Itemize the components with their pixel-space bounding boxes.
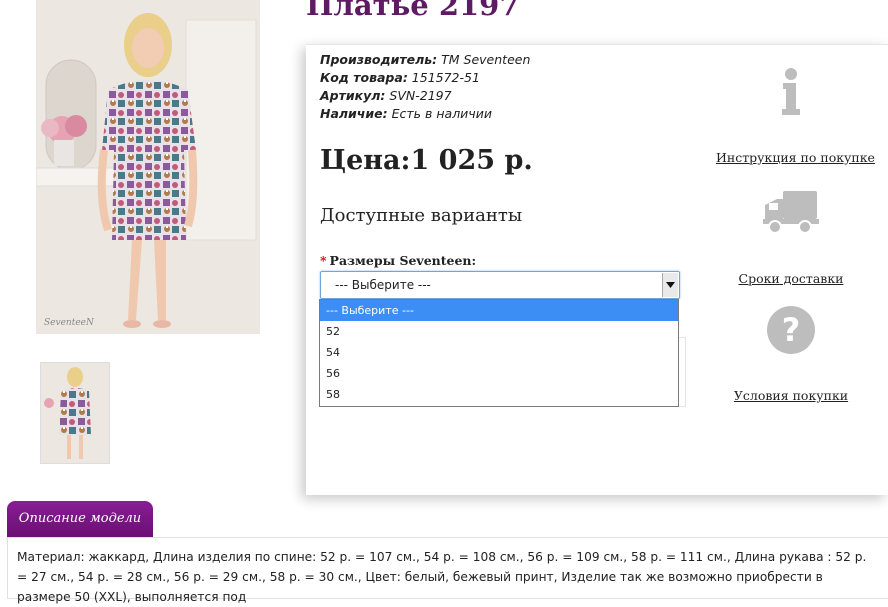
size-select[interactable]: --- Выберите ---: [320, 271, 680, 299]
svg-text:SeventeeN: SeventeeN: [44, 318, 95, 328]
availability-value: Есть в наличии: [391, 106, 492, 121]
page-title: Платье 2197: [306, 0, 520, 22]
size-dropdown-list[interactable]: --- Выберите --- 52 54 56 58: [319, 299, 679, 407]
terms-link[interactable]: Условия покупки: [734, 388, 848, 403]
select-arrow[interactable]: [662, 273, 678, 297]
size-option[interactable]: 52: [320, 321, 678, 342]
size-label-text: Размеры Seventeen:: [329, 253, 477, 268]
required-mark: *: [320, 253, 327, 268]
size-option[interactable]: 56: [320, 363, 678, 384]
info-icon: [782, 68, 800, 115]
availability-row: Наличие: Есть в наличии: [320, 105, 530, 123]
article-label: Артикул:: [320, 88, 386, 103]
size-select-value: --- Выберите ---: [335, 278, 431, 292]
delivery-link[interactable]: Сроки доставки: [739, 271, 844, 286]
size-option[interactable]: 58: [320, 384, 678, 405]
article-value: SVN-2197: [389, 88, 452, 103]
description-panel: Материал: жаккард, Длина изделия по спин…: [7, 537, 888, 604]
article-row: Артикул: SVN-2197: [320, 87, 530, 105]
instructions-link[interactable]: Инструкция по покупке: [716, 150, 875, 165]
size-label: * Размеры Seventeen:: [320, 253, 476, 268]
price: Цена:1 025 р.: [320, 145, 533, 176]
chevron-down-icon: [666, 282, 675, 288]
variants-heading: Доступные варианты: [320, 205, 523, 226]
size-option[interactable]: --- Выберите ---: [320, 300, 678, 321]
availability-label: Наличие:: [320, 106, 388, 121]
instructions-block: Инструкция по покупке: [716, 67, 875, 166]
product-main-image[interactable]: SeventeeN: [36, 0, 260, 334]
code-row: Код товара: 151572-51: [320, 69, 530, 87]
manufacturer-row: Производитель: TM Seventeen: [320, 51, 530, 69]
truck-icon: [763, 191, 819, 234]
product-thumbnail[interactable]: [40, 362, 110, 464]
code-label: Код товара:: [320, 70, 408, 85]
delivery-block: Сроки доставки: [716, 189, 866, 287]
code-value: 151572-51: [411, 70, 480, 85]
terms-block: ? Условия покупки: [716, 305, 866, 404]
manufacturer-value: TM Seventeen: [441, 52, 531, 67]
tab-description[interactable]: Описание модели: [7, 501, 153, 537]
manufacturer-label: Производитель:: [320, 52, 438, 67]
question-icon: ?: [767, 306, 815, 354]
product-meta: Производитель: TM Seventeen Код товара: …: [320, 51, 530, 123]
size-option[interactable]: 54: [320, 342, 678, 363]
description-text: Материал: жаккард, Длина изделия по спин…: [17, 550, 867, 604]
product-info-panel: Производитель: TM Seventeen Код товара: …: [306, 44, 888, 495]
svg-text:?: ?: [782, 311, 801, 349]
